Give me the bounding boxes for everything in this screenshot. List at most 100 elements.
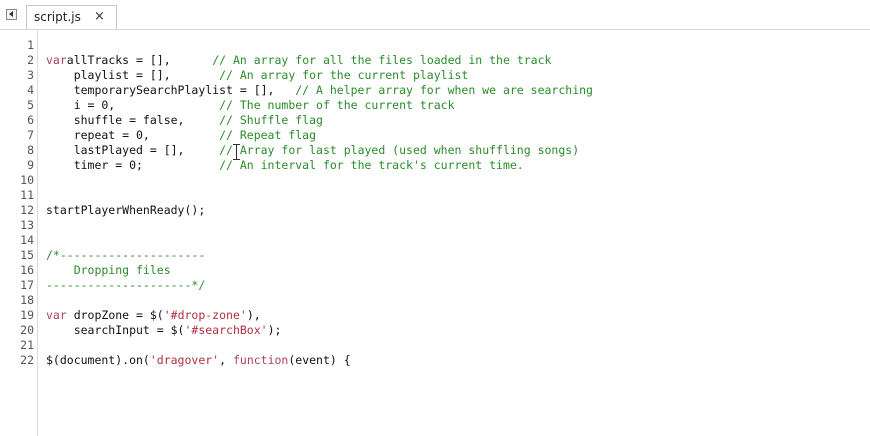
code-text: searchInput = $('#searchBox'); xyxy=(46,323,282,338)
comment-token: // Array for last played (used when shuf… xyxy=(219,143,580,157)
code-line[interactable]: 11 xyxy=(0,188,870,203)
code-line[interactable]: 9 timer = 0; // An interval for the trac… xyxy=(0,158,870,173)
code-token: dropZone = $( xyxy=(66,308,164,322)
code-line[interactable]: 13 xyxy=(0,218,870,233)
code-line[interactable]: 16 Dropping files xyxy=(0,263,870,278)
code-token: allTracks = [], xyxy=(66,53,213,67)
code-token: temporarySearchPlaylist = [], xyxy=(46,83,296,97)
comment-token: // An array for all the files loaded in … xyxy=(212,53,552,67)
line-number: 13 xyxy=(20,218,34,232)
code-text: Dropping files xyxy=(46,263,171,278)
code-text: shuffle = false, // Shuffle flag xyxy=(46,113,323,128)
code-editor[interactable]: 1 2 varallTracks = [], // An array for all… xyxy=(0,30,870,436)
line-number: 12 xyxy=(20,203,34,217)
code-token: ); xyxy=(267,323,282,337)
code-line[interactable]: 10 xyxy=(0,173,870,188)
code-text: /*--------------------- xyxy=(46,248,205,263)
keyword-token: function xyxy=(232,353,289,367)
line-number: 6 xyxy=(27,113,34,127)
code-text: lastPlayed = [], // Array for last playe… xyxy=(46,143,579,158)
line-number: 22 xyxy=(20,353,34,367)
line-number: 17 xyxy=(20,278,34,292)
code-line[interactable]: 14 xyxy=(0,233,870,248)
line-number: 21 xyxy=(20,338,34,352)
code-text: startPlayerWhenReady(); xyxy=(46,203,205,218)
arrow-left-icon xyxy=(9,11,13,17)
comment-token: // An interval for the track's current t… xyxy=(219,158,524,172)
line-number: 19 xyxy=(20,308,34,322)
code-text: repeat = 0, // Repeat flag xyxy=(46,128,316,143)
code-token: ), xyxy=(246,308,261,322)
code-line[interactable]: 1 xyxy=(0,38,870,53)
code-line[interactable]: 8 lastPlayed = [], // Array for last pla… xyxy=(0,143,870,158)
code-line[interactable]: 19 var dropZone = $('#drop-zone'), xyxy=(0,308,870,323)
string-token: 'dragover' xyxy=(149,353,220,367)
line-number: 18 xyxy=(20,293,34,307)
code-text: timer = 0; // An interval for the track'… xyxy=(46,158,524,173)
code-token: i = 0, xyxy=(46,98,220,112)
code-line[interactable]: 15 /*--------------------- xyxy=(0,248,870,263)
string-token: '#drop-zone' xyxy=(163,308,247,322)
line-number: 1 xyxy=(27,38,34,52)
keyword-token: var xyxy=(46,308,67,322)
code-line[interactable]: 12 startPlayerWhenReady(); xyxy=(0,203,870,218)
code-token: shuffle = false, xyxy=(46,113,220,127)
line-number: 10 xyxy=(20,173,34,187)
code-line[interactable]: 6 shuffle = false, // Shuffle flag xyxy=(0,113,870,128)
line-number: 20 xyxy=(20,323,34,337)
comment-token: // The number of the current track xyxy=(219,98,455,112)
string-token: '#searchBox' xyxy=(184,323,268,337)
line-number: 11 xyxy=(20,188,34,202)
line-number: 4 xyxy=(27,83,34,97)
code-line[interactable]: 18 xyxy=(0,293,870,308)
line-number: 7 xyxy=(27,128,34,142)
code-line[interactable]: 4 temporarySearchPlaylist = [], // A hel… xyxy=(0,83,870,98)
comment-token: // A helper array for when we are search… xyxy=(295,83,593,97)
code-text: playlist = [], // An array for the curre… xyxy=(46,68,469,83)
tab-label: script.js xyxy=(34,10,81,24)
code-line[interactable]: 2 varallTracks = [], // An array for all … xyxy=(0,53,870,68)
line-number: 2 xyxy=(27,53,34,67)
comment-token: Dropping files xyxy=(46,263,171,277)
line-number: 9 xyxy=(27,158,34,172)
tab-script-js[interactable]: script.js × xyxy=(26,5,117,29)
text-cursor-icon xyxy=(233,144,241,160)
collapse-sidebar-button[interactable] xyxy=(6,9,17,20)
comment-token: // Repeat flag xyxy=(219,128,317,142)
code-text: var dropZone = $('#drop-zone'), xyxy=(46,308,261,323)
comment-token: ---------------------*/ xyxy=(46,278,206,292)
comment-token: // Shuffle flag xyxy=(219,113,323,127)
code-line[interactable]: 5 i = 0, // The number of the current tr… xyxy=(0,98,870,113)
line-number: 5 xyxy=(27,98,34,112)
code-line[interactable]: 7 repeat = 0, // Repeat flag xyxy=(0,128,870,143)
tab-bar: script.js × xyxy=(0,0,870,30)
code-line[interactable]: 21 xyxy=(0,338,870,353)
code-token: repeat = 0, xyxy=(46,128,220,142)
line-number: 8 xyxy=(27,143,34,157)
code-token: , xyxy=(219,353,233,367)
code-text: temporarySearchPlaylist = [], // A helpe… xyxy=(46,83,593,98)
code-text: $(document).on('dragover', function(even… xyxy=(46,353,351,368)
code-token: timer = 0; xyxy=(46,158,220,172)
code-line[interactable]: 20 searchInput = $('#searchBox'); xyxy=(0,323,870,338)
code-text: varallTracks = [], // An array for all t… xyxy=(46,53,551,68)
line-number: 14 xyxy=(20,233,34,247)
code-token: startPlayerWhenReady(); xyxy=(46,203,206,217)
code-token: (event) { xyxy=(288,353,351,367)
code-text: ---------------------*/ xyxy=(46,278,205,293)
code-token: $(document).on( xyxy=(46,353,150,367)
code-text: i = 0, // The number of the current trac… xyxy=(46,98,455,113)
line-number: 15 xyxy=(20,248,34,262)
keyword-token: var xyxy=(46,53,67,67)
code-token: lastPlayed = [], xyxy=(46,143,220,157)
code-line[interactable]: 17 ---------------------*/ xyxy=(0,278,870,293)
code-line[interactable]: 22 $(document).on('dragover', function(ev… xyxy=(0,353,870,368)
line-number: 3 xyxy=(27,68,34,82)
close-icon[interactable]: × xyxy=(94,9,105,24)
code-token: searchInput = $( xyxy=(46,323,185,337)
line-number: 16 xyxy=(20,263,34,277)
comment-token: // An array for the current playlist xyxy=(219,68,469,82)
code-line[interactable]: 3 playlist = [], // An array for the cur… xyxy=(0,68,870,83)
comment-token: /*--------------------- xyxy=(46,248,206,262)
code-token: playlist = [], xyxy=(46,68,220,82)
